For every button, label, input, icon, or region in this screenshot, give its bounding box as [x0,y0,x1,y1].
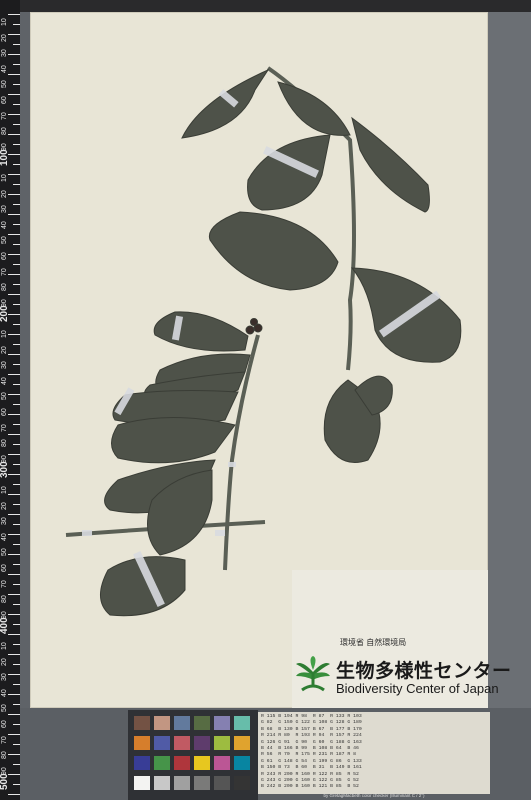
color-swatch [154,716,170,730]
color-swatch [194,736,210,750]
mounting-band [215,530,225,536]
fruit [245,325,255,335]
leaf [277,81,351,136]
color-value-table: R 115 B 194 R 98 R 87 R 133 R 103 G 82 G … [258,712,490,794]
color-swatch [234,776,250,790]
color-swatch [134,716,150,730]
color-swatch [154,756,170,770]
color-swatch [134,736,150,750]
tree-logo-icon [296,656,330,692]
color-swatch [174,756,190,770]
color-swatch [214,716,230,730]
leaf [111,417,236,464]
color-swatch [134,776,150,790]
color-swatch [234,716,250,730]
color-table-row: B 242 B 200 B 160 B 121 B 85 B 52 [261,784,359,790]
color-checker-card [128,710,258,800]
color-swatch [214,776,230,790]
mounting-band [228,462,236,467]
leaf [351,116,430,213]
color-swatch [214,736,230,750]
color-swatch [174,736,190,750]
color-swatch [234,736,250,750]
color-swatch [154,776,170,790]
color-swatch [194,776,210,790]
color-swatch [194,716,210,730]
color-swatch [214,756,230,770]
color-swatch [154,736,170,750]
fruit [250,318,258,326]
color-swatch [234,756,250,770]
leaf [181,68,270,139]
leaf [153,311,249,352]
center-name-japanese: 生物多様性センター [336,661,512,682]
color-swatch [174,716,190,730]
color-swatch [174,776,190,790]
leaf [208,211,339,291]
color-swatch [194,756,210,770]
center-name-english: Biodiversity Center of Japan [336,681,499,696]
color-swatch [134,756,150,770]
agency-name: 環境省 自然環境局 [340,638,407,647]
mounting-band [82,530,92,536]
color-checker-caption: by GretagMacbeth color checker (Illumina… [323,793,425,798]
